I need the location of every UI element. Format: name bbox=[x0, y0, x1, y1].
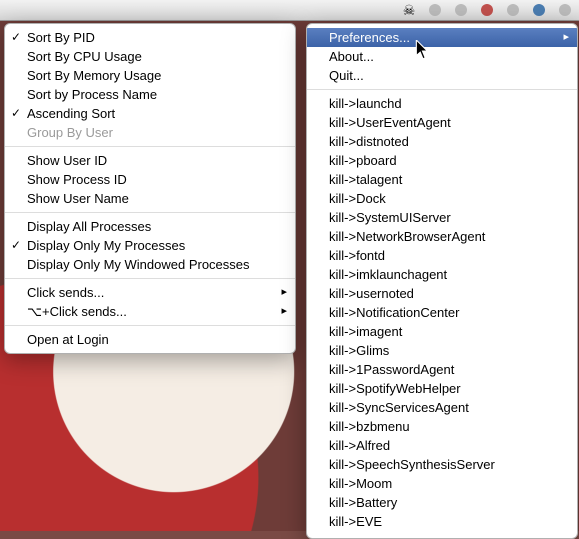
menubar-extra-icon[interactable] bbox=[531, 2, 547, 18]
menu-item[interactable]: kill->SyncServicesAgent bbox=[307, 398, 577, 417]
menu-item[interactable]: Show Process ID bbox=[5, 170, 295, 189]
menu-item[interactable]: kill->Glims bbox=[307, 341, 577, 360]
menu-item[interactable]: kill->Alfred bbox=[307, 436, 577, 455]
menu-item[interactable]: kill->distnoted bbox=[307, 132, 577, 151]
menu-item[interactable]: kill->pboard bbox=[307, 151, 577, 170]
preferences-submenu: Sort By PIDSort By CPU UsageSort By Memo… bbox=[4, 23, 296, 354]
menu-item[interactable]: Preferences... bbox=[307, 28, 577, 47]
menubar-extra-icon[interactable] bbox=[557, 2, 573, 18]
menu-item[interactable]: kill->Dock bbox=[307, 189, 577, 208]
menu-item[interactable]: kill->talagent bbox=[307, 170, 577, 189]
menu-separator bbox=[5, 212, 295, 213]
menu-item[interactable]: kill->1PasswordAgent bbox=[307, 360, 577, 379]
menu-item[interactable]: kill->SpotifyWebHelper bbox=[307, 379, 577, 398]
menu-item[interactable]: kill->bzbmenu bbox=[307, 417, 577, 436]
menu-item[interactable]: Display Only My Windowed Processes bbox=[5, 255, 295, 274]
menu-item[interactable]: kill->imklaunchagent bbox=[307, 265, 577, 284]
menu-item[interactable]: Sort By PID bbox=[5, 28, 295, 47]
menubar-extra-icon[interactable] bbox=[479, 2, 495, 18]
menu-item[interactable]: kill->usernoted bbox=[307, 284, 577, 303]
menu-item[interactable]: ⌥+Click sends... bbox=[5, 302, 295, 321]
menu-item: Group By User bbox=[5, 123, 295, 142]
menu-separator bbox=[5, 278, 295, 279]
menu-item[interactable]: Click sends... bbox=[5, 283, 295, 302]
menu-item[interactable]: Display Only My Processes bbox=[5, 236, 295, 255]
menu-item[interactable]: Ascending Sort bbox=[5, 104, 295, 123]
menu-separator bbox=[5, 325, 295, 326]
menu-item[interactable]: kill->imagent bbox=[307, 322, 577, 341]
menu-separator bbox=[5, 146, 295, 147]
menu-item[interactable]: About... bbox=[307, 47, 577, 66]
skull-icon[interactable]: ☠ bbox=[401, 2, 417, 18]
menu-separator bbox=[307, 89, 577, 90]
menubar-extra-icon[interactable] bbox=[453, 2, 469, 18]
menu-item[interactable]: kill->Battery bbox=[307, 493, 577, 512]
menu-item[interactable]: Show User Name bbox=[5, 189, 295, 208]
menu-item[interactable]: Sort by Process Name bbox=[5, 85, 295, 104]
menubar-extra-icon[interactable] bbox=[505, 2, 521, 18]
menu-item[interactable]: kill->UserEventAgent bbox=[307, 113, 577, 132]
menu-item[interactable]: kill->EVE bbox=[307, 512, 577, 531]
app-menu: Preferences...About...Quit... kill->launc… bbox=[306, 23, 578, 539]
menu-item[interactable]: Show User ID bbox=[5, 151, 295, 170]
menu-item[interactable]: kill->NetworkBrowserAgent bbox=[307, 227, 577, 246]
menu-item[interactable]: kill->Moom bbox=[307, 474, 577, 493]
menu-item[interactable]: kill->SystemUIServer bbox=[307, 208, 577, 227]
menu-item[interactable]: kill->NotificationCenter bbox=[307, 303, 577, 322]
menu-item[interactable]: kill->fontd bbox=[307, 246, 577, 265]
menubar: ☠ bbox=[0, 0, 579, 21]
menu-item[interactable]: kill->launchd bbox=[307, 94, 577, 113]
menu-item[interactable]: kill->SpeechSynthesisServer bbox=[307, 455, 577, 474]
menu-item[interactable]: Quit... bbox=[307, 66, 577, 85]
menu-item[interactable]: Sort By Memory Usage bbox=[5, 66, 295, 85]
menubar-extra-icon[interactable] bbox=[427, 2, 443, 18]
menu-item[interactable]: Display All Processes bbox=[5, 217, 295, 236]
menu-item[interactable]: Open at Login bbox=[5, 330, 295, 349]
menu-item[interactable]: Sort By CPU Usage bbox=[5, 47, 295, 66]
